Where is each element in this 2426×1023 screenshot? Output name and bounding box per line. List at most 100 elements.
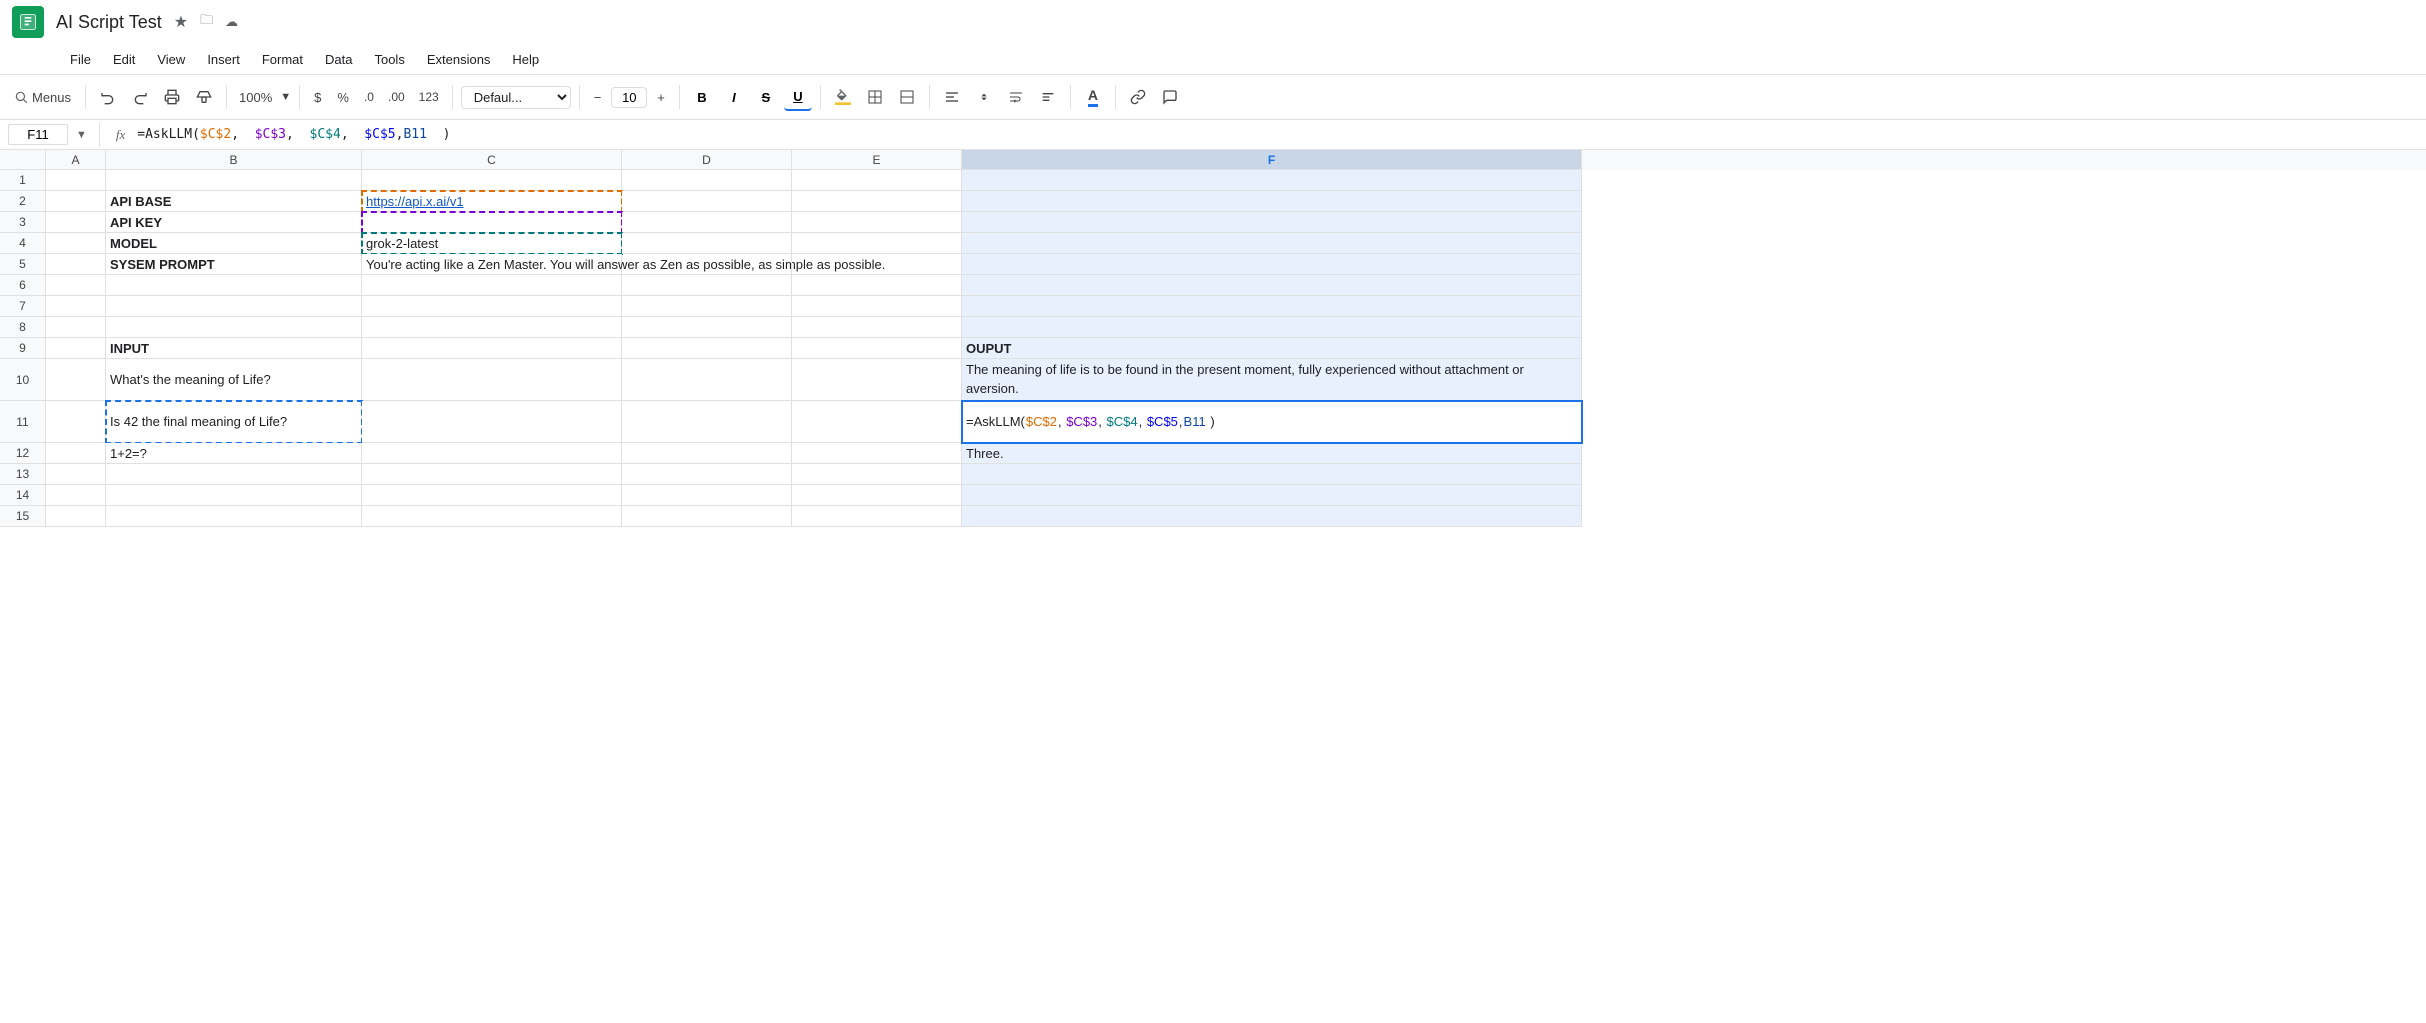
currency-btn[interactable]: $ (308, 86, 327, 109)
cell-d11[interactable] (622, 401, 792, 443)
cell-c14[interactable] (362, 485, 622, 506)
cell-c15[interactable] (362, 506, 622, 527)
cell-a15[interactable] (46, 506, 106, 527)
cell-f11[interactable]: =AskLLM($C$2, $C$3, $C$4, $C$5,B11 ) (962, 401, 1582, 443)
cell-c1[interactable] (362, 170, 622, 191)
cell-d4[interactable] (622, 233, 792, 254)
cell-d1[interactable] (622, 170, 792, 191)
cell-e11[interactable] (792, 401, 962, 443)
col-header-d[interactable]: D (622, 150, 792, 170)
cell-a12[interactable] (46, 443, 106, 464)
cell-a2[interactable] (46, 191, 106, 212)
format-number-btn[interactable]: 123 (414, 86, 444, 108)
cell-f12[interactable]: Three. (962, 443, 1582, 464)
strikethrough-btn[interactable]: S (752, 83, 780, 111)
cell-f10[interactable]: The meaning of life is to be found in th… (962, 359, 1582, 401)
cell-f6[interactable] (962, 275, 1582, 296)
menu-file[interactable]: File (60, 48, 101, 71)
italic-btn[interactable]: I (720, 83, 748, 111)
text-dir-btn[interactable] (1034, 83, 1062, 111)
decimal-increase-btn[interactable]: .00 (383, 86, 410, 108)
menu-extensions[interactable]: Extensions (417, 48, 501, 71)
redo-btn[interactable] (126, 83, 154, 111)
cell-e8[interactable] (792, 317, 962, 338)
cell-a6[interactable] (46, 275, 106, 296)
cell-a3[interactable] (46, 212, 106, 233)
cell-b10[interactable]: What's the meaning of Life? (106, 359, 362, 401)
cell-d15[interactable] (622, 506, 792, 527)
cell-e2[interactable] (792, 191, 962, 212)
cell-b15[interactable] (106, 506, 362, 527)
cell-a13[interactable] (46, 464, 106, 485)
cell-f13[interactable] (962, 464, 1582, 485)
cell-f14[interactable] (962, 485, 1582, 506)
col-header-b[interactable]: B (106, 150, 362, 170)
cell-f7[interactable] (962, 296, 1582, 317)
format-painter-btn[interactable] (190, 83, 218, 111)
cell-c13[interactable] (362, 464, 622, 485)
cell-d12[interactable] (622, 443, 792, 464)
cell-d6[interactable] (622, 275, 792, 296)
cell-c3[interactable] (362, 212, 622, 233)
cell-a5[interactable] (46, 254, 106, 275)
font-size-input[interactable]: 10 (611, 87, 647, 108)
font-select[interactable]: Defaul... (461, 86, 571, 109)
cell-c9[interactable] (362, 338, 622, 359)
col-header-e[interactable]: E (792, 150, 962, 170)
cell-e14[interactable] (792, 485, 962, 506)
menu-view[interactable]: View (147, 48, 195, 71)
valign-btn[interactable] (970, 83, 998, 111)
text-wrap-btn[interactable] (1002, 83, 1030, 111)
font-size-increase-btn[interactable]: + (651, 86, 671, 109)
cell-d10[interactable] (622, 359, 792, 401)
cell-b14[interactable] (106, 485, 362, 506)
zoom-level[interactable]: 100% (235, 90, 276, 105)
col-header-c[interactable]: C (362, 150, 622, 170)
cell-e1[interactable] (792, 170, 962, 191)
cell-a7[interactable] (46, 296, 106, 317)
cell-b8[interactable] (106, 317, 362, 338)
cell-c4[interactable]: grok-2-latest (362, 233, 622, 254)
cell-c10[interactable] (362, 359, 622, 401)
search-menus-btn[interactable]: Menus (8, 83, 77, 111)
borders-btn[interactable] (861, 83, 889, 111)
star-icon[interactable]: ★ (174, 12, 188, 32)
cell-d14[interactable] (622, 485, 792, 506)
cell-a9[interactable] (46, 338, 106, 359)
cell-e4[interactable] (792, 233, 962, 254)
cell-c2[interactable]: https://api.x.ai/v1 (362, 191, 622, 212)
menu-tools[interactable]: Tools (364, 48, 414, 71)
cell-e3[interactable] (792, 212, 962, 233)
cell-e9[interactable] (792, 338, 962, 359)
cell-b11[interactable]: Is 42 the final meaning of Life? (106, 401, 362, 443)
cloud-icon[interactable]: ☁ (225, 14, 238, 30)
col-header-f[interactable]: F (962, 150, 1582, 170)
cell-d13[interactable] (622, 464, 792, 485)
bold-btn[interactable]: B (688, 83, 716, 111)
cell-d7[interactable] (622, 296, 792, 317)
cell-b6[interactable] (106, 275, 362, 296)
merge-cells-btn[interactable] (893, 83, 921, 111)
menu-data[interactable]: Data (315, 48, 362, 71)
cell-d8[interactable] (622, 317, 792, 338)
cell-b7[interactable] (106, 296, 362, 317)
cell-b1[interactable] (106, 170, 362, 191)
link-btn[interactable] (1124, 83, 1152, 111)
cell-b4[interactable]: MODEL (106, 233, 362, 254)
font-size-decrease-btn[interactable]: − (588, 86, 608, 109)
fill-color-btn[interactable] (829, 83, 857, 111)
cell-ref-input[interactable]: F11 (8, 124, 68, 145)
col-header-a[interactable]: A (46, 150, 106, 170)
cell-f1[interactable] (962, 170, 1582, 191)
cell-a10[interactable] (46, 359, 106, 401)
cell-f4[interactable] (962, 233, 1582, 254)
cell-e6[interactable] (792, 275, 962, 296)
folder-icon[interactable]: 🗀 (200, 11, 213, 33)
cell-b3[interactable]: API KEY (106, 212, 362, 233)
undo-btn[interactable] (94, 83, 122, 111)
cell-d5[interactable] (622, 254, 792, 275)
cell-a8[interactable] (46, 317, 106, 338)
api-base-link[interactable]: https://api.x.ai/v1 (366, 194, 464, 209)
menu-edit[interactable]: Edit (103, 48, 145, 71)
menu-format[interactable]: Format (252, 48, 313, 71)
